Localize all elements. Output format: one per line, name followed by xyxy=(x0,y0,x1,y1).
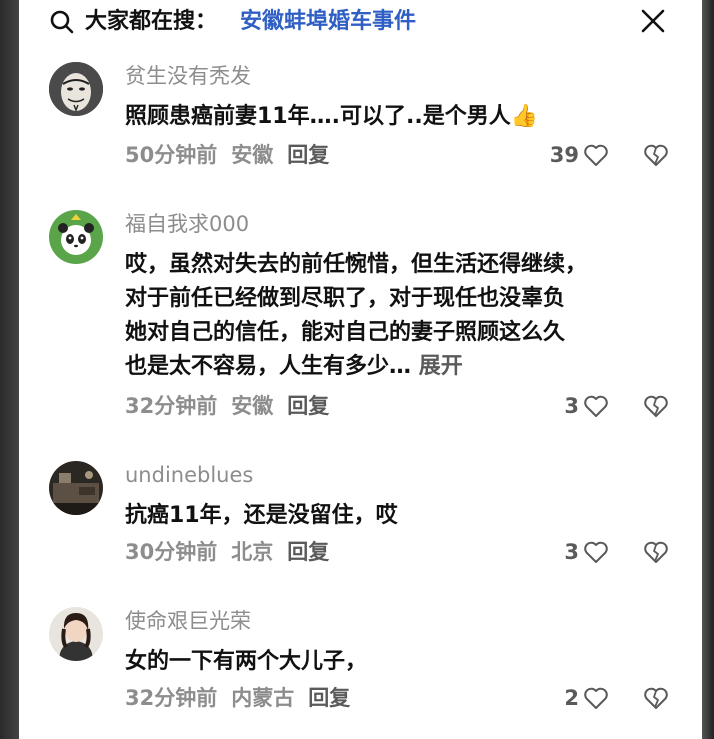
comment-username[interactable]: 福自我求000 xyxy=(125,210,249,238)
like-count: 3 xyxy=(564,394,579,418)
comment-time: 30分钟前 xyxy=(125,540,218,564)
reply-button[interactable]: 回复 xyxy=(308,686,350,710)
search-prefix-label: 大家都在搜： xyxy=(85,9,218,34)
comment-location: 安徽 xyxy=(231,394,274,418)
avatar[interactable] xyxy=(49,62,103,116)
broken-heart-icon[interactable] xyxy=(643,685,669,711)
search-suggestion-bar[interactable]: 大家都在搜： 安徽蚌埠婚车事件 xyxy=(19,0,702,44)
comment-text: 哎，虽然对失去的前任惋惜，但生活还得继续， 对于前任已经做到尽职了，对于现任也没… xyxy=(125,252,588,379)
room-photo-avatar-icon xyxy=(49,461,103,515)
comment-meta: 32分钟前 安徽 回复 xyxy=(125,392,343,420)
comment-time: 50分钟前 xyxy=(125,143,218,167)
avatar[interactable] xyxy=(49,607,103,661)
comment-meta: 30分钟前 北京 回复 xyxy=(125,538,343,566)
avatar[interactable] xyxy=(49,210,103,264)
heart-icon[interactable] xyxy=(583,685,609,711)
comment-location: 安徽 xyxy=(231,143,274,167)
background-edge-left xyxy=(0,0,19,739)
heart-icon[interactable] xyxy=(583,539,609,565)
comment-username[interactable]: 贫生没有秃发 xyxy=(125,62,251,90)
search-icon xyxy=(50,10,74,34)
comment-item: 贫生没有秃发 照顾患癌前妻11年….可以了..是个男人👍 50分钟前 安徽 回复 3… xyxy=(19,62,702,182)
broken-heart-icon[interactable] xyxy=(643,539,669,565)
woman-photo-avatar-icon xyxy=(49,607,103,661)
comment-location: 北京 xyxy=(231,540,274,564)
comment-text: 照顾患癌前妻11年….可以了..是个男人👍 xyxy=(125,104,539,129)
comment-username[interactable]: undineblues xyxy=(125,461,253,489)
reply-button[interactable]: 回复 xyxy=(287,394,329,418)
comment-time: 32分钟前 xyxy=(125,686,218,710)
panda-avatar-icon xyxy=(49,210,103,264)
comment-username[interactable]: 使命艰巨光荣 xyxy=(125,607,251,635)
close-icon[interactable] xyxy=(639,7,667,35)
like-count: 2 xyxy=(564,686,579,710)
like-count: 39 xyxy=(549,143,579,167)
comment-item: 福自我求000 哎，虽然对失去的前任惋惜，但生活还得继续， 对于前任已经做到尽职… xyxy=(19,210,702,430)
mask-avatar-icon xyxy=(49,62,103,116)
comment-time: 32分钟前 xyxy=(125,394,218,418)
heart-icon[interactable] xyxy=(583,142,609,168)
comment-meta: 32分钟前 内蒙古 回复 xyxy=(125,684,364,712)
broken-heart-icon[interactable] xyxy=(643,393,669,419)
reply-button[interactable]: 回复 xyxy=(287,540,329,564)
comment-item: undineblues 抗癌11年，还是没留住，哎 30分钟前 北京 回复 3 xyxy=(19,461,702,581)
like-count: 3 xyxy=(564,540,579,564)
comment-location: 内蒙古 xyxy=(231,686,295,710)
thumbs-up-emoji: 👍 xyxy=(510,104,539,129)
comment-text: 抗癌11年，还是没留住，哎 xyxy=(125,503,398,528)
comment-item: 使命艰巨光荣 女的一下有两个大儿子， 32分钟前 内蒙古 回复 2 xyxy=(19,607,702,727)
broken-heart-icon[interactable] xyxy=(643,142,669,168)
comment-meta: 50分钟前 安徽 回复 xyxy=(125,141,343,169)
comment-text: 女的一下有两个大儿子， xyxy=(125,649,368,674)
heart-icon[interactable] xyxy=(583,393,609,419)
avatar[interactable] xyxy=(49,461,103,515)
reply-button[interactable]: 回复 xyxy=(287,143,329,167)
expand-link[interactable]: 展开 xyxy=(419,354,463,379)
background-edge-right xyxy=(702,0,714,739)
comment-sheet: 大家都在搜： 安徽蚌埠婚车事件 贫生没有秃发 照顾患癌前妻11年….可以了..是… xyxy=(19,0,702,739)
search-query-link[interactable]: 安徽蚌埠婚车事件 xyxy=(240,8,416,36)
